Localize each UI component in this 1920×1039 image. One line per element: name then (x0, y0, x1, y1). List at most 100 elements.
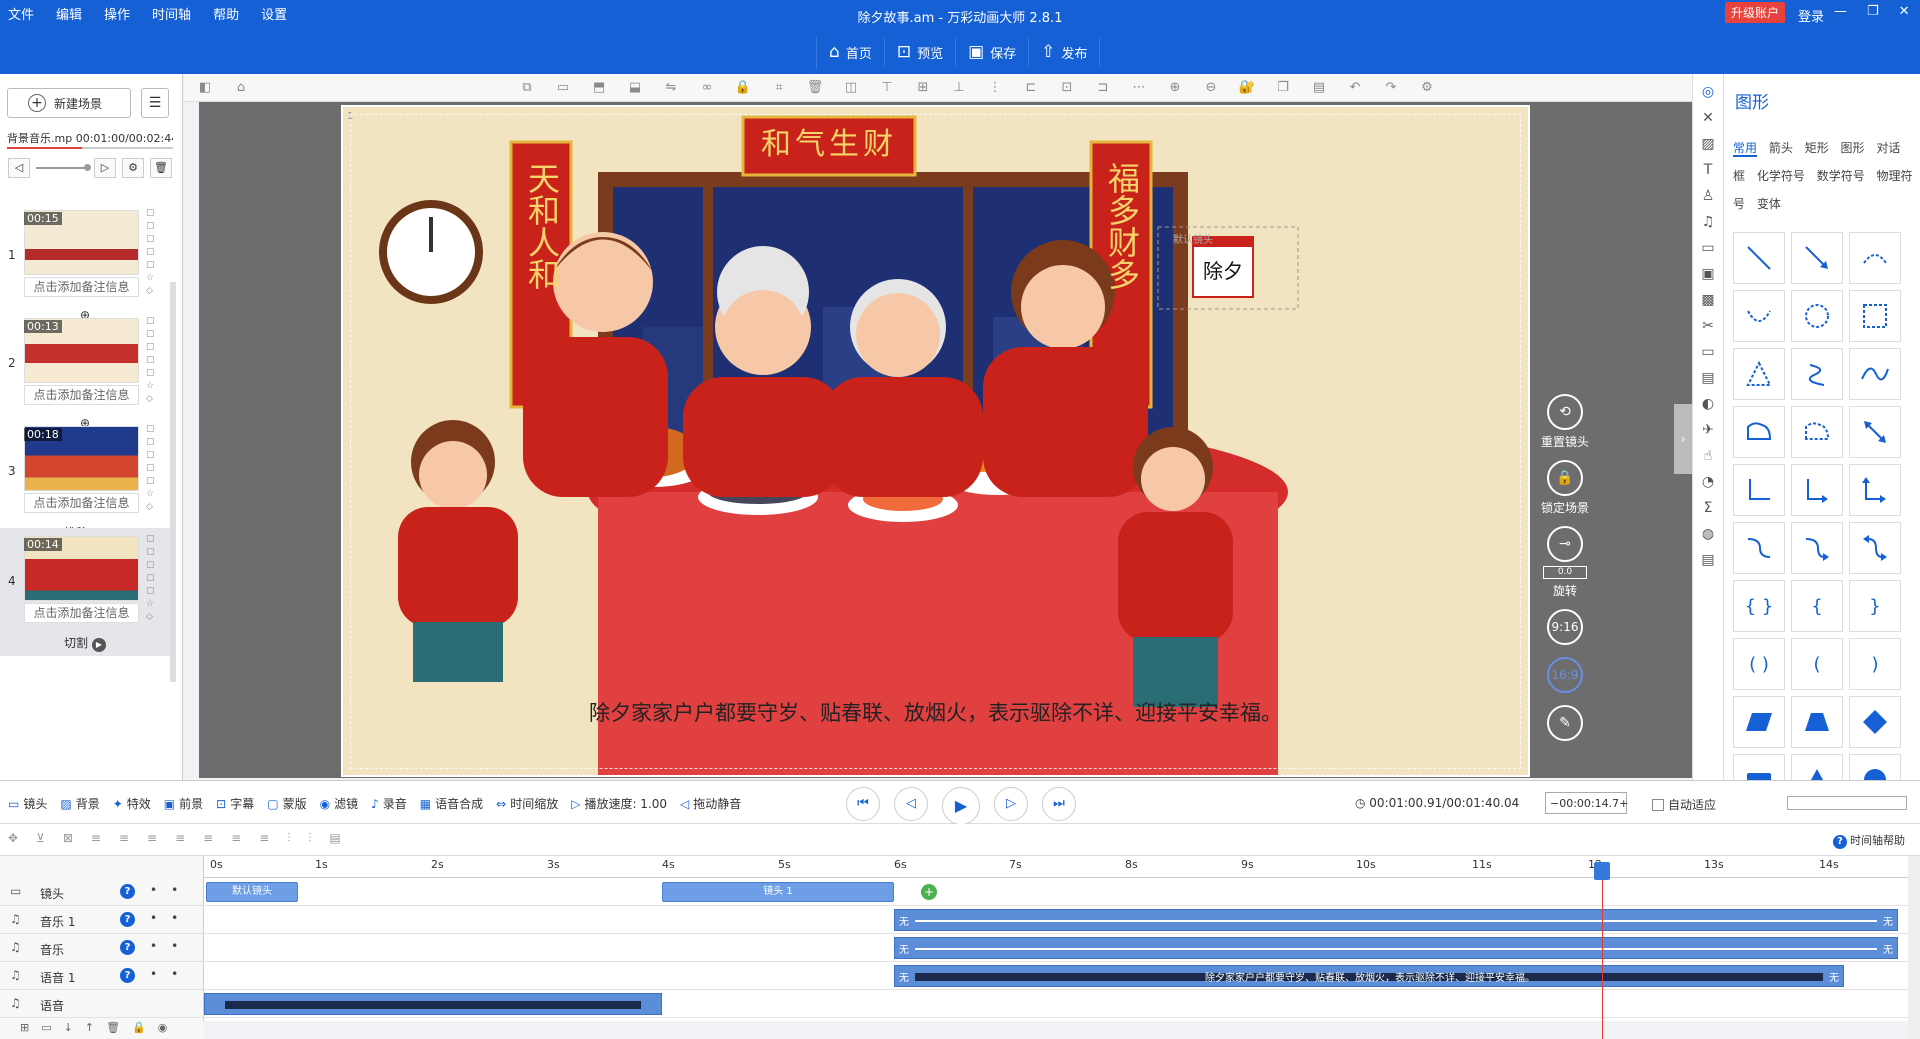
menu-operate[interactable]: 操作 (104, 4, 130, 23)
tab-variant[interactable]: 变体 (1757, 197, 1781, 211)
circle-shape[interactable] (1791, 290, 1843, 342)
align3-icon[interactable]: ≡ (147, 831, 157, 846)
preview-button[interactable]: ⊡ 预览 (885, 37, 957, 67)
music-icon[interactable]: ♫ (1702, 214, 1715, 230)
ratio-9-16-button[interactable]: 9:16 (1547, 609, 1583, 645)
hand-icon[interactable]: ☝ (1704, 448, 1713, 464)
volume-down-icon[interactable]: ◁ (8, 158, 30, 178)
track-header[interactable]: ♫ 语音 (0, 990, 204, 1018)
track-header[interactable]: ♫ 音乐 1? •• (0, 906, 204, 934)
menu-file[interactable]: 文件 (8, 4, 34, 23)
tab-common[interactable]: 常用 (1733, 141, 1758, 157)
scene-artwork[interactable]: 和气生财 天和人和 福多财多 1 默认镜头 除夕 除夕家家户户都要守岁、贴春联、… (341, 105, 1530, 777)
speed-tool[interactable]: ▷ 播放速度: 1.00 (571, 795, 667, 812)
distribute-icon[interactable]: ⋮ (982, 80, 1008, 95)
drop-icon[interactable]: ◍ (1702, 526, 1714, 542)
bg-music-progress[interactable] (7, 147, 173, 149)
photo-icon[interactable]: ▩ (1701, 292, 1714, 308)
auto-fit-checkbox[interactable]: 自动适应 (1652, 796, 1716, 813)
help-icon[interactable]: ? (120, 912, 135, 927)
add-camera-icon[interactable]: + (921, 884, 937, 900)
undo-icon[interactable]: ↶ (1342, 80, 1368, 95)
image-icon[interactable]: ▨ (1701, 136, 1714, 152)
video-icon[interactable]: ▤ (1701, 370, 1714, 386)
copy2-icon[interactable]: ❐ (1270, 80, 1296, 95)
reset-camera-icon[interactable]: ⟲ (1547, 394, 1583, 430)
filter-tool[interactable]: ◉ 滤镜 (320, 795, 359, 812)
subtitle-tool[interactable]: ⊡ 字幕 (216, 795, 254, 812)
bubble-icon[interactable]: ▭ (1701, 240, 1714, 256)
print-icon[interactable]: ▤ (1701, 552, 1714, 568)
zoom-out-icon[interactable]: ⊖ (1198, 80, 1224, 95)
scene-note[interactable]: 点击添加备注信息 (24, 385, 139, 405)
wave-shape[interactable] (1849, 348, 1901, 400)
spiral-shape[interactable] (1791, 348, 1843, 400)
flash-icon[interactable]: ◐ (1702, 396, 1714, 412)
time-scale-tool[interactable]: ⇔ 时间缩放 (496, 795, 558, 812)
menu-edit[interactable]: 编辑 (56, 4, 82, 23)
align-center-icon[interactable]: ⊡ (1054, 80, 1080, 95)
mask-tool[interactable]: ▢ 蒙版 (267, 795, 306, 812)
tools-icon[interactable]: ✂ (1702, 318, 1714, 334)
redo-icon[interactable]: ↷ (1378, 80, 1404, 95)
help-icon[interactable]: ? (120, 968, 135, 983)
camera-tool[interactable]: ▭ 镜头 (8, 795, 47, 812)
brace-right-shape[interactable]: } (1849, 580, 1901, 632)
stage-canvas[interactable]: 和气生财 天和人和 福多财多 1 默认镜头 除夕 除夕家家户户都要守岁、贴春联、… (199, 102, 1692, 778)
lock-scene-icon[interactable]: 🔒 (1547, 460, 1583, 496)
merge-icon[interactable]: ⫶ (308, 831, 311, 846)
trapezoid-shape[interactable] (1791, 696, 1843, 748)
delete-icon[interactable]: 🗑 (802, 80, 828, 95)
brace-pair-shape[interactable]: { } (1733, 580, 1785, 632)
arc-shape[interactable] (1849, 232, 1901, 284)
go-start-icon[interactable]: ⏮ (846, 787, 880, 821)
align-bottom-icon[interactable]: ⊥ (946, 80, 972, 95)
split-icon[interactable]: ⫶ (287, 831, 290, 846)
crop-icon[interactable]: ⌗ (766, 80, 792, 95)
line-shape[interactable] (1733, 232, 1785, 284)
scene-subtitle[interactable]: 除夕家家户户都要守岁、贴春联、放烟火，表示驱除不详、迎接平安幸福。 (343, 697, 1528, 727)
timeline-help-link[interactable]: ? 时间轴帮助 (1833, 832, 1905, 849)
rotate-value[interactable]: 0.0 (1543, 566, 1587, 579)
folder-icon[interactable]: ▭ (41, 1021, 51, 1039)
menu-timeline[interactable]: 时间轴 (152, 4, 191, 23)
plane-icon[interactable]: ✈ (1702, 422, 1714, 438)
tab-math[interactable]: 数学符号 (1817, 169, 1865, 183)
bracket-left-shape[interactable]: ( (1791, 638, 1843, 690)
sigma-icon[interactable]: Σ (1704, 500, 1713, 516)
down-icon[interactable]: ↓ (64, 1021, 73, 1039)
scene-note[interactable]: 点击添加备注信息 (24, 277, 139, 297)
double-arrow-shape[interactable] (1849, 406, 1901, 458)
save-button[interactable]: ▣ 保存 (956, 37, 1030, 67)
collapse-right-panel-button[interactable]: › (1674, 404, 1692, 474)
brace-left-shape[interactable]: { (1791, 580, 1843, 632)
curve-shape[interactable] (1733, 290, 1785, 342)
animate-icon[interactable]: ✕ (1702, 110, 1714, 126)
upgrade-button[interactable]: 升级账户 (1725, 2, 1786, 23)
paste2-icon[interactable]: ▤ (1306, 80, 1332, 95)
rect-shape[interactable] (1849, 290, 1901, 342)
volume-slider[interactable] (36, 164, 91, 171)
go-end-icon[interactable]: ⏭ (1042, 787, 1076, 821)
align-right-icon[interactable]: ⊐ (1090, 80, 1116, 95)
gear-icon[interactable]: ⚙ (122, 158, 144, 178)
paste-icon[interactable]: ▭ (550, 80, 576, 95)
scene-item-selected[interactable]: 4 00:14 点击添加备注信息 ▢ ▢ ▢ ▢ ▢ ☆ ◇ 切割 ▶ (0, 528, 170, 656)
lock-icon[interactable]: 🔒 (730, 80, 756, 95)
note-icon[interactable]: ▤ (329, 831, 340, 846)
camera-clip-default[interactable]: 默认镜头 (206, 882, 298, 902)
next-frame-icon[interactable]: ▷ (994, 787, 1028, 821)
align4-icon[interactable]: ≡ (175, 831, 185, 846)
flip-icon[interactable]: ⇋ (658, 80, 684, 95)
scene-menu-button[interactable]: ☰ (141, 88, 169, 118)
tab-rect[interactable]: 矩形 (1805, 141, 1829, 155)
scene-scrollbar[interactable] (170, 282, 176, 682)
trash-icon[interactable]: 🗑 (150, 158, 172, 178)
playhead[interactable] (1594, 862, 1610, 1039)
foreground-tool[interactable]: ▣ 前景 (164, 795, 203, 812)
background-tool[interactable]: ▨ 背景 (60, 795, 99, 812)
time-ruler[interactable]: 0s 1s 2s 3s 4s 5s 6s 7s 8s 9s 10s 11s 12… (204, 856, 1908, 878)
publish-button[interactable]: ⇧ 发布 (1029, 37, 1101, 67)
tab-shape[interactable]: 图形 (1841, 141, 1865, 155)
voice-clip[interactable] (204, 993, 662, 1015)
